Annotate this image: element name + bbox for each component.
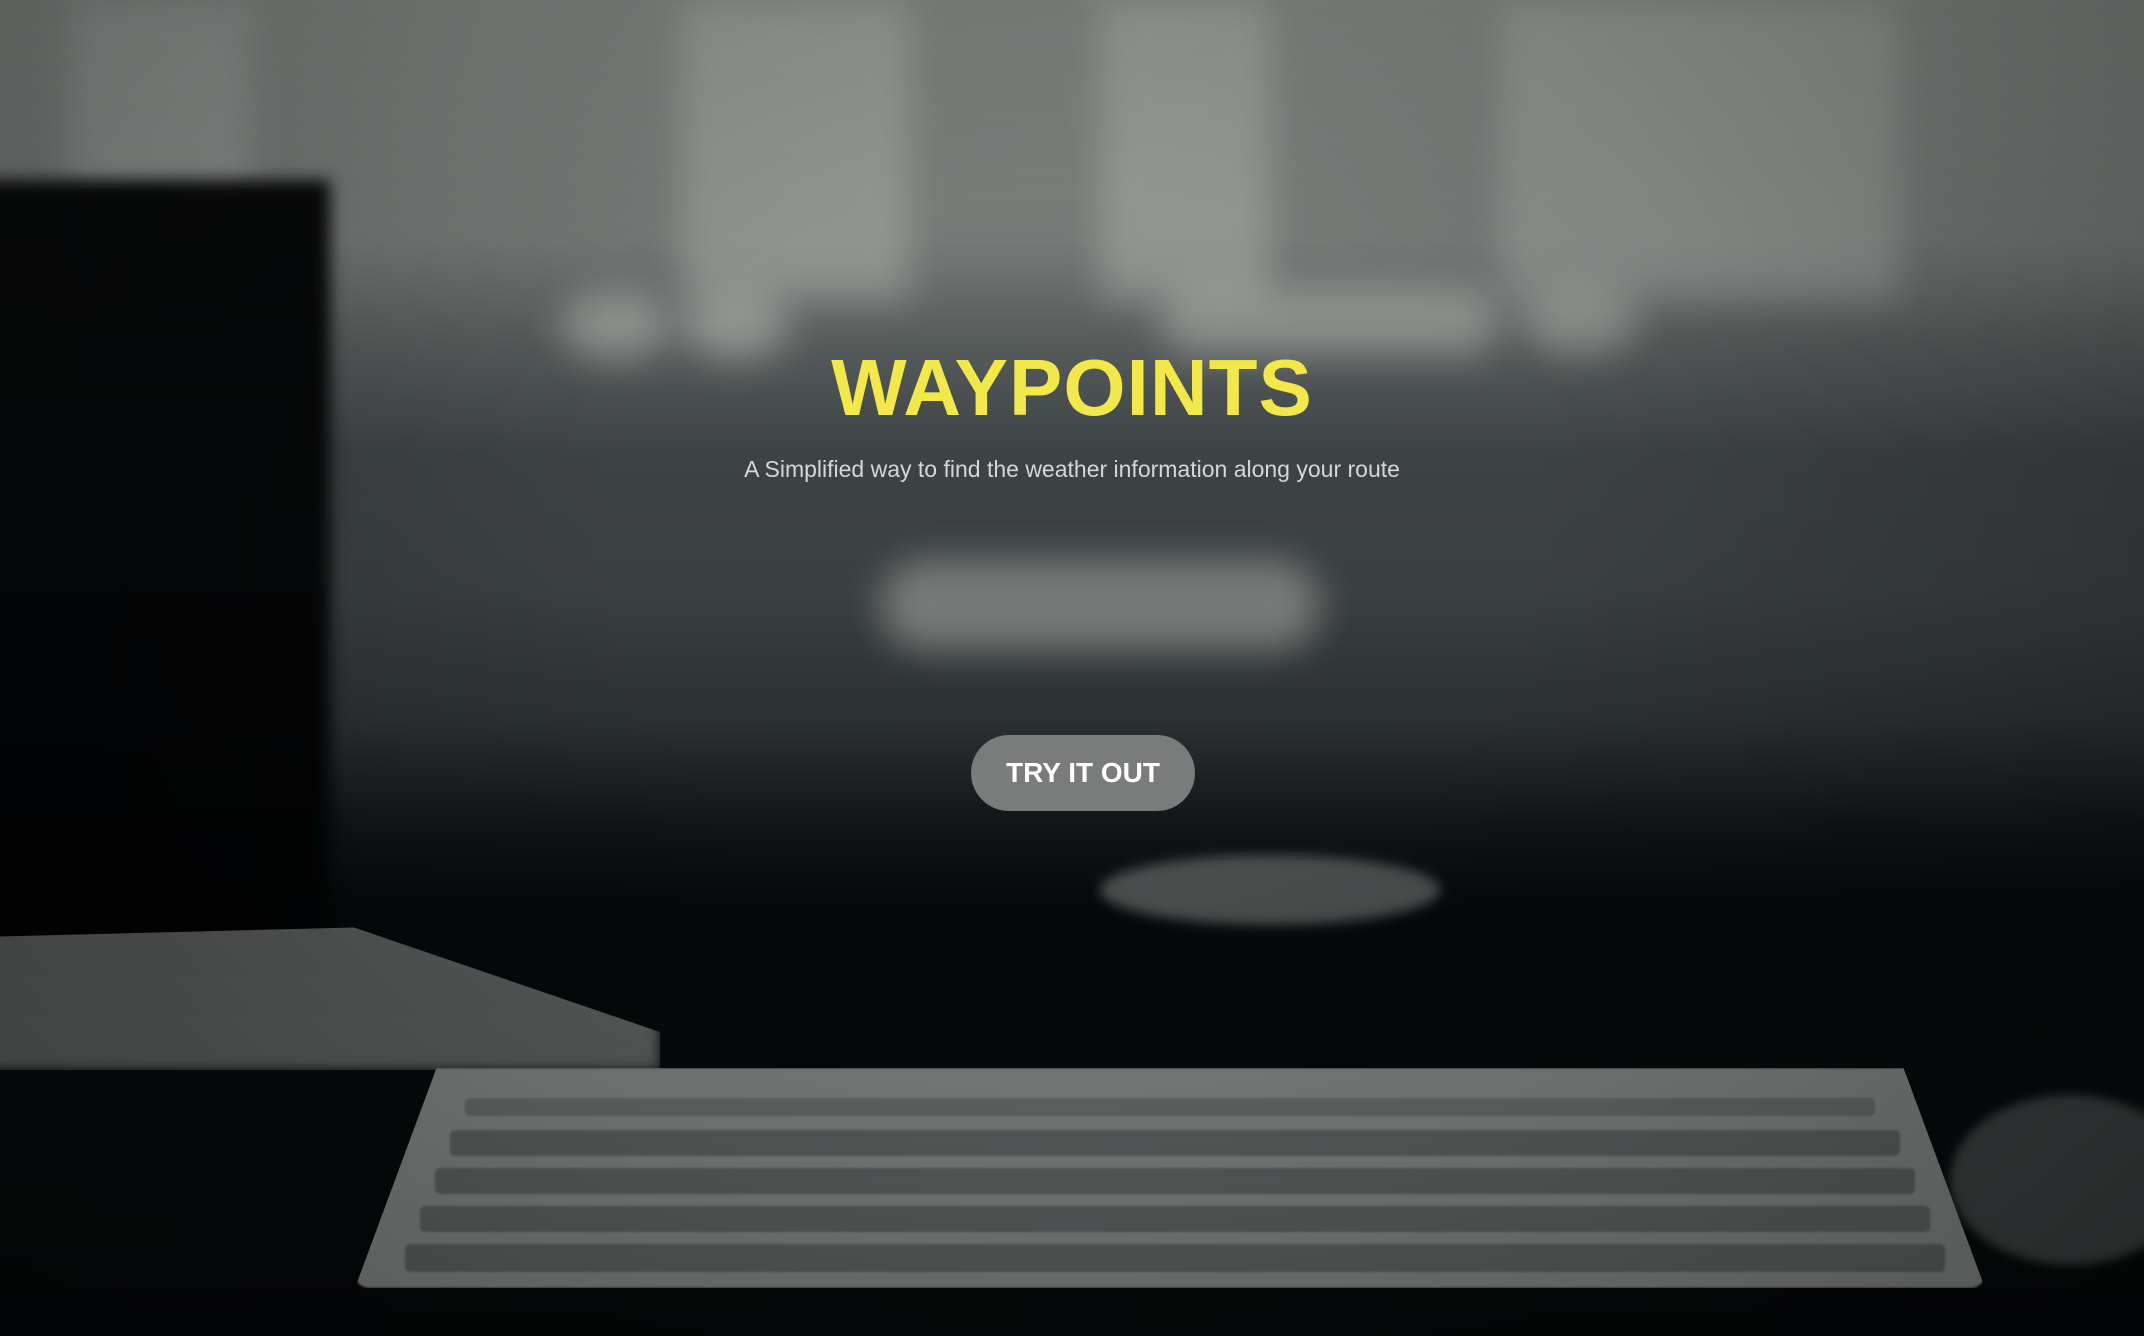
page-title: WAYPOINTS (831, 343, 1313, 432)
page-subtitle: A Simplified way to find the weather inf… (744, 456, 1400, 482)
hero-section: WAYPOINTS A Simplified way to find the w… (0, 0, 2144, 1336)
background-photo: WAYPOINTS A Simplified way to find the w… (0, 0, 2144, 1336)
try-it-out-button[interactable]: TRY IT OUT (971, 735, 1195, 811)
